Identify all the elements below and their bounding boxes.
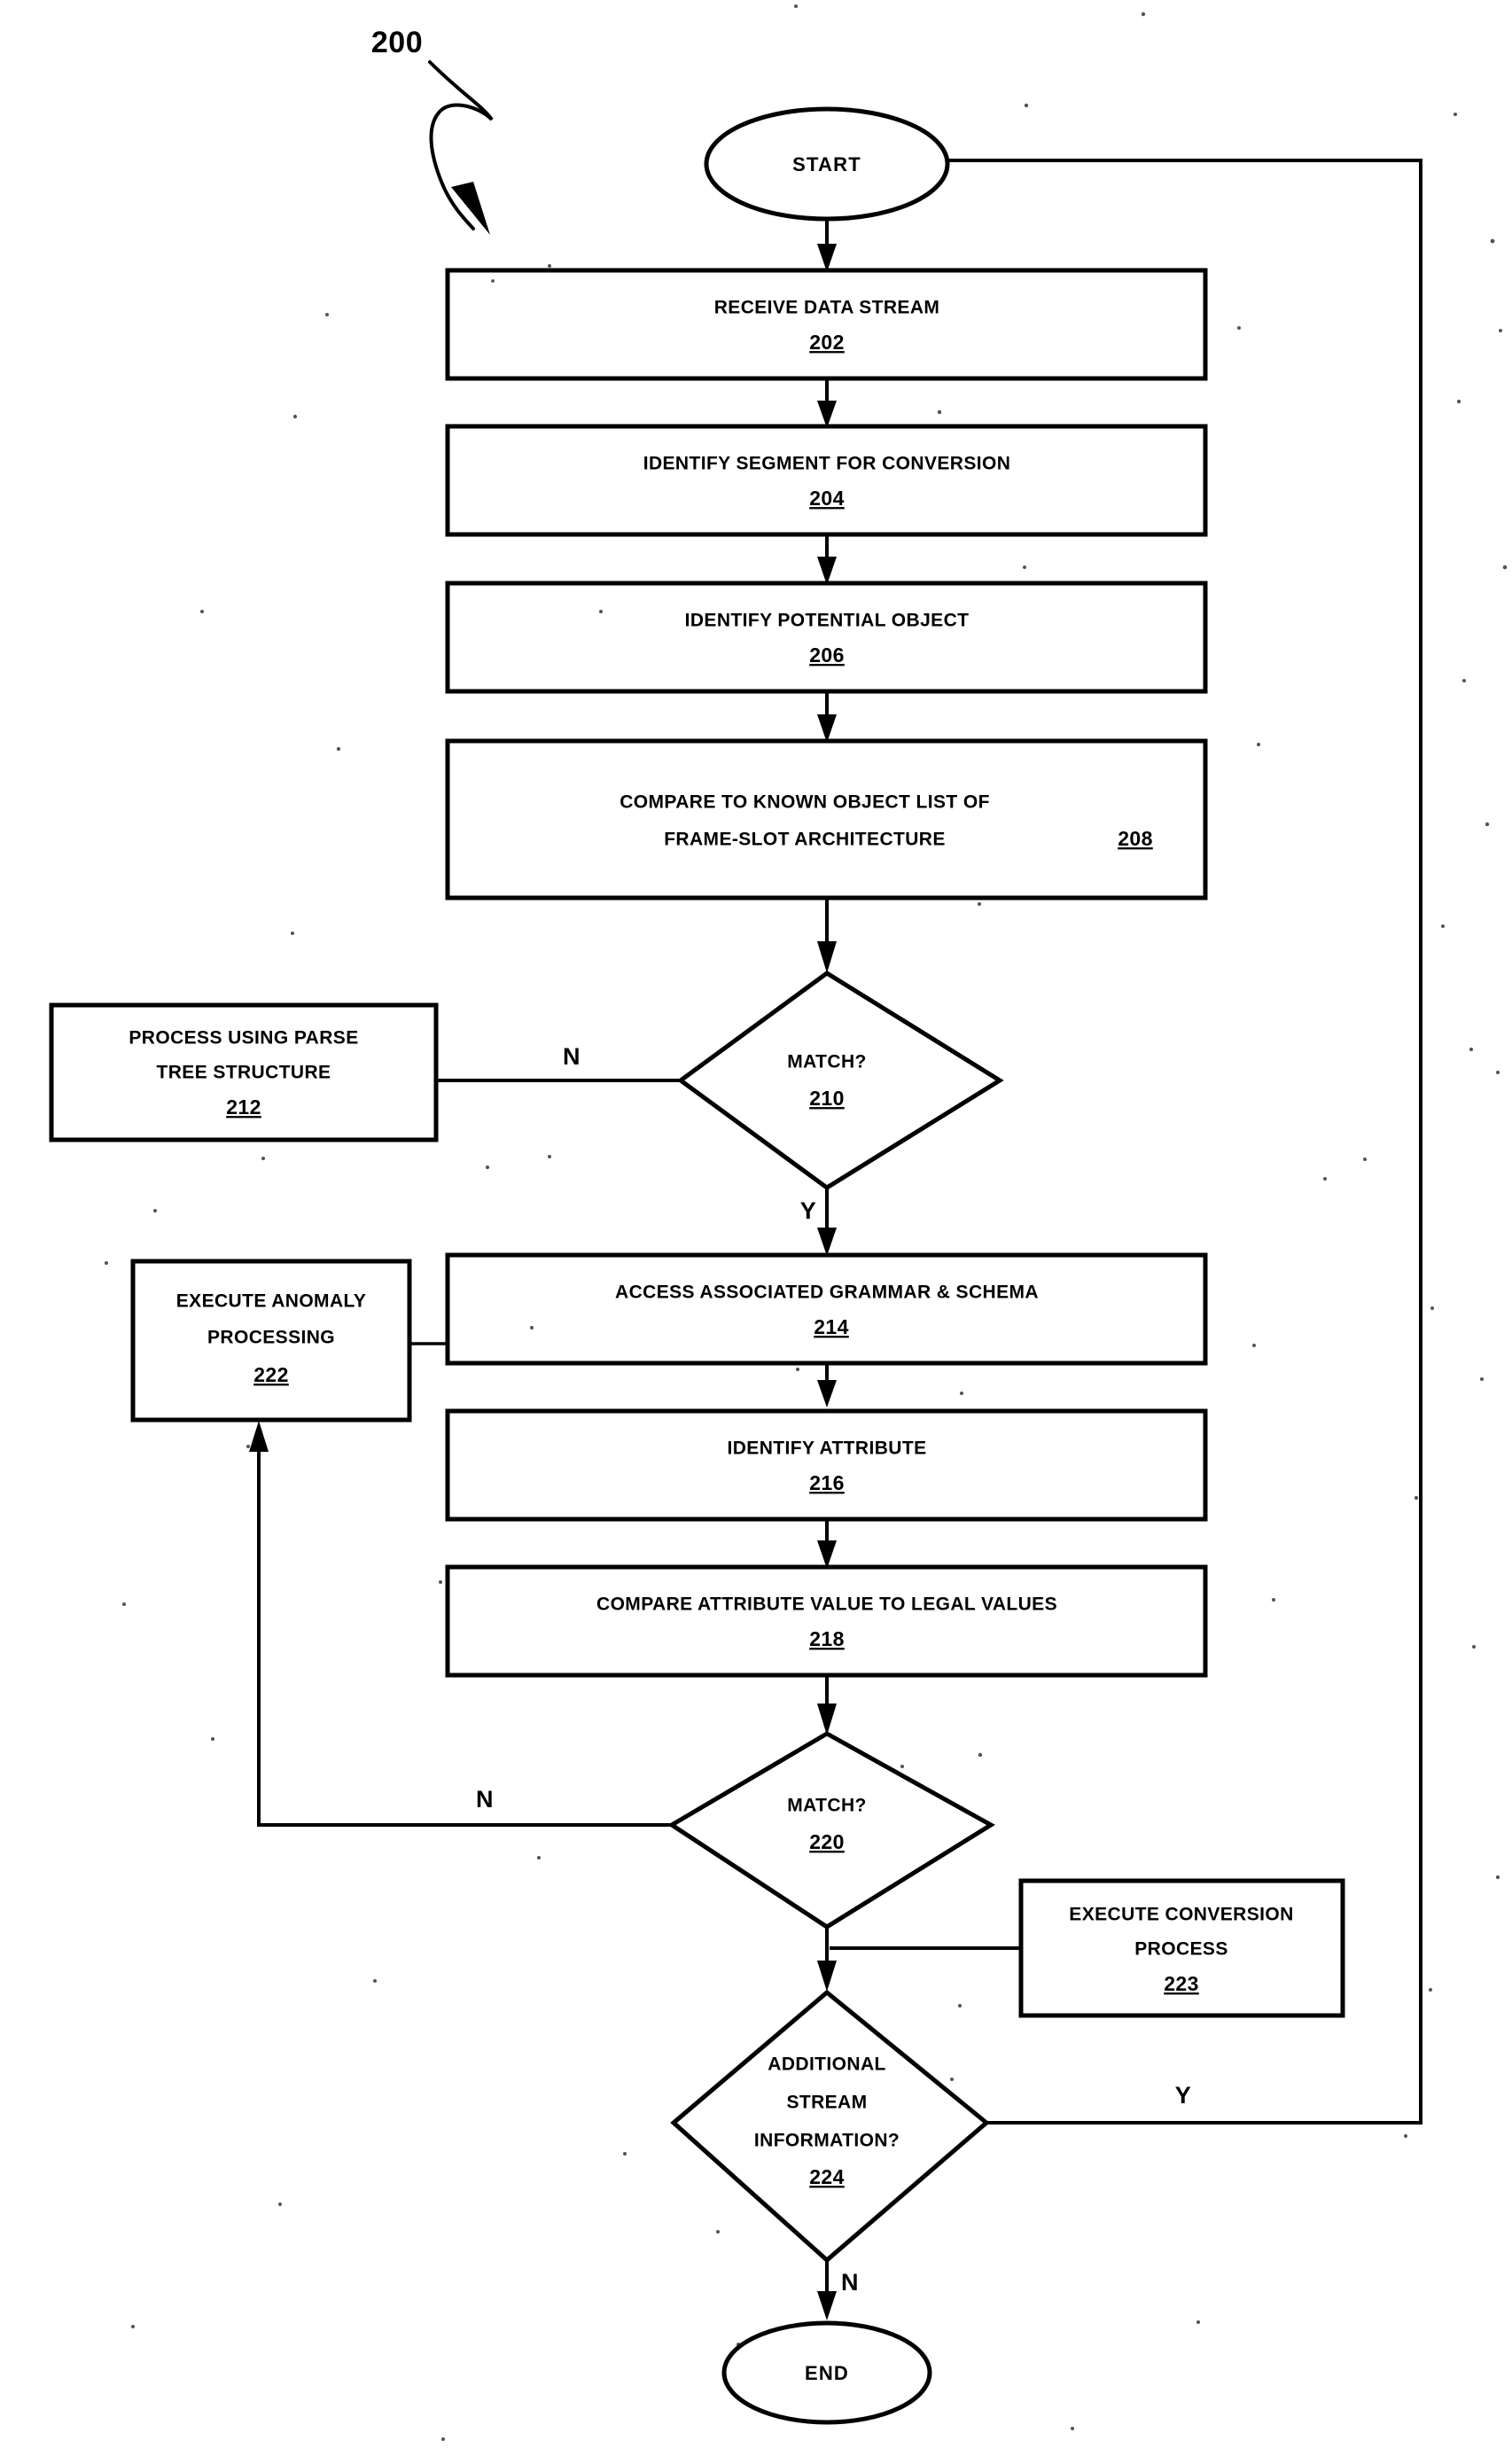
box-202-number: 202	[809, 331, 845, 354]
arrowhead-208-to-210	[817, 941, 837, 973]
diamond-224-line2: STREAM	[786, 2093, 867, 2113]
node-decision-additional-stream-info[interactable]: ADDITIONAL STREAM INFORMATION? 224	[670, 1989, 990, 2264]
box-202-line1: RECEIVE DATA STREAM	[714, 298, 940, 318]
diamond-224-number: 224	[809, 2165, 845, 2188]
arrowhead-214-to-216	[817, 1380, 837, 1407]
box-206-line1: IDENTIFY POTENTIAL OBJECT	[685, 611, 970, 631]
box-223-number: 223	[1164, 1972, 1199, 1995]
box-222-line2: PROCESSING	[207, 1328, 335, 1348]
box-212-number: 212	[226, 1095, 261, 1119]
branch-label-224-no: N	[841, 2269, 859, 2296]
box-223-line1: EXECUTE CONVERSION	[1069, 1905, 1293, 1925]
arrowhead-210-yes-to-214	[817, 1228, 837, 1256]
figure-number-label: 200	[371, 26, 423, 59]
node-execute-conversion-process[interactable]: EXECUTE CONVERSION PROCESS 223	[1018, 1878, 1345, 2018]
box-222-number: 222	[253, 1363, 289, 1386]
diamond-210-number: 210	[809, 1087, 845, 1110]
box-208-number: 208	[1118, 827, 1153, 850]
node-execute-anomaly-processing[interactable]: EXECUTE ANOMALY PROCESSING 222	[130, 1259, 412, 1423]
diamond-220-number: 220	[809, 1830, 845, 1853]
branch-label-220-no: N	[476, 1786, 494, 1813]
branch-label-210-yes: Y	[800, 1197, 817, 1224]
diamond-224-line1: ADDITIONAL	[768, 2054, 886, 2075]
box-208-line2: FRAME-SLOT ARCHITECTURE	[664, 830, 946, 850]
arrowhead-204-to-206	[817, 557, 837, 585]
arrowhead-218-to-220	[817, 1704, 837, 1735]
box-218-number: 218	[809, 1627, 845, 1650]
box-212-line2: TREE STRUCTURE	[157, 1063, 331, 1083]
figure-number-group: 200	[371, 26, 494, 235]
box-206-number: 206	[809, 643, 845, 667]
box-218-shape[interactable]	[445, 1564, 1208, 1678]
diamond-210-shape[interactable]	[676, 970, 1004, 1191]
node-identify-attribute[interactable]: IDENTIFY ATTRIBUTE 216	[445, 1408, 1208, 1522]
diamond-210-line1: MATCH?	[787, 1052, 867, 1072]
node-compare-attribute-value[interactable]: COMPARE ATTRIBUTE VALUE TO LEGAL VALUES …	[445, 1564, 1208, 1678]
box-204-number: 204	[809, 487, 845, 510]
box-204-shape[interactable]	[445, 424, 1208, 537]
end-label: END	[805, 2362, 849, 2384]
node-process-using-parse-tree[interactable]: PROCESS USING PARSE TREE STRUCTURE 212	[49, 1002, 439, 1142]
arrowhead-202-to-204	[817, 401, 837, 428]
flowchart-svg: 200 N Y N Y N START RECEIVE DATA STREAM …	[49, 4, 1508, 2441]
box-208-shape[interactable]	[445, 738, 1208, 901]
box-204-line1: IDENTIFY SEGMENT FOR CONVERSION	[643, 454, 1011, 474]
diamond-220-line1: MATCH?	[787, 1796, 867, 1816]
arrowhead-220-to-224	[817, 1961, 837, 1992]
lead-line-path	[428, 60, 494, 230]
box-214-line1: ACCESS ASSOCIATED GRAMMAR & SCHEMA	[615, 1283, 1039, 1303]
arrowhead-216-to-218	[817, 1540, 837, 1569]
node-identify-segment-for-conversion[interactable]: IDENTIFY SEGMENT FOR CONVERSION 204	[445, 424, 1208, 537]
node-receive-data-stream[interactable]: RECEIVE DATA STREAM 202	[445, 268, 1208, 381]
box-202-shape[interactable]	[445, 268, 1208, 381]
node-decision-match-220[interactable]: MATCH? 220	[667, 1731, 995, 1930]
arrowhead-start-to-202	[817, 244, 837, 272]
node-start[interactable]: START	[704, 106, 950, 222]
box-206-shape[interactable]	[445, 581, 1208, 694]
start-label: START	[792, 153, 861, 175]
box-214-number: 214	[814, 1315, 849, 1338]
box-223-line2: PROCESS	[1134, 1939, 1228, 1960]
box-216-shape[interactable]	[445, 1408, 1208, 1522]
box-216-line1: IDENTIFY ATTRIBUTE	[728, 1439, 927, 1459]
node-identify-potential-object[interactable]: IDENTIFY POTENTIAL OBJECT 206	[445, 581, 1208, 694]
box-208-line1: COMPARE TO KNOWN OBJECT LIST OF	[620, 792, 990, 813]
branch-label-210-no: N	[563, 1043, 581, 1070]
box-212-line1: PROCESS USING PARSE	[129, 1028, 358, 1049]
arrowhead-206-to-208	[817, 714, 837, 743]
diamond-224-line3: INFORMATION?	[754, 2131, 900, 2151]
diamond-224-shape[interactable]	[670, 1989, 990, 2264]
node-access-associated-grammar-schema[interactable]: ACCESS ASSOCIATED GRAMMAR & SCHEMA 214	[445, 1252, 1208, 1366]
box-216-number: 216	[809, 1471, 845, 1494]
arrowhead-224-no-to-end	[817, 2291, 837, 2320]
arrowhead-220-no-to-222	[249, 1421, 269, 1452]
node-compare-to-known-object-list[interactable]: COMPARE TO KNOWN OBJECT LIST OF FRAME-SL…	[445, 738, 1208, 901]
branch-label-224-yes: Y	[1175, 2082, 1192, 2109]
patent-figure-canvas: 200 N Y N Y N START RECEIVE DATA STREAM …	[0, 0, 1512, 2456]
node-decision-match-210[interactable]: MATCH? 210	[676, 970, 1004, 1191]
box-214-shape[interactable]	[445, 1252, 1208, 1366]
node-end[interactable]: END	[721, 2320, 932, 2425]
box-222-line1: EXECUTE ANOMALY	[176, 1291, 366, 1312]
box-218-line1: COMPARE ATTRIBUTE VALUE TO LEGAL VALUES	[596, 1594, 1057, 1615]
